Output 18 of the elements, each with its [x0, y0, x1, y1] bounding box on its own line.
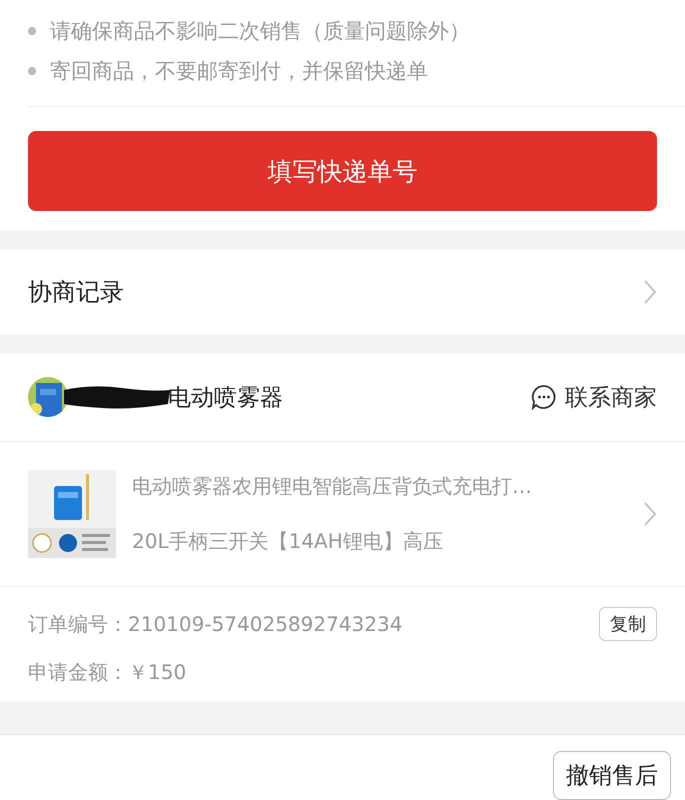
bullet-icon — [28, 67, 36, 75]
chat-bubble-icon — [531, 384, 557, 410]
negotiation-record-row[interactable]: 协商记录 — [0, 249, 685, 335]
negotiation-record-label: 协商记录 — [28, 277, 124, 308]
contact-seller-button[interactable]: 联系商家 — [531, 382, 657, 412]
chevron-right-icon — [643, 279, 657, 305]
store-name: 电动喷雾器 — [168, 384, 283, 412]
fill-tracking-number-button[interactable]: 填写快递单号 — [28, 131, 657, 211]
note-text: 请确保商品不影响二次销售（质量问题除外） — [50, 18, 470, 44]
product-variant: 20L手柄三开关【14AH锂电】高压 — [132, 528, 444, 555]
detail-text: 申请金额：￥150 — [28, 658, 186, 686]
chevron-right-icon — [643, 501, 657, 527]
copy-button[interactable]: 复制 — [599, 607, 657, 641]
detail-text: 订单编号：210109-574025892743234 — [28, 610, 402, 638]
bullet-icon — [28, 27, 36, 35]
cancel-after-sale-button[interactable]: 撤销售后 — [553, 751, 671, 800]
product-title: 电动喷雾器农用锂电智能高压背负式充电打… — [132, 473, 533, 500]
note-text: 寄回商品，不要邮寄到付，并保留快递单 — [50, 58, 428, 84]
